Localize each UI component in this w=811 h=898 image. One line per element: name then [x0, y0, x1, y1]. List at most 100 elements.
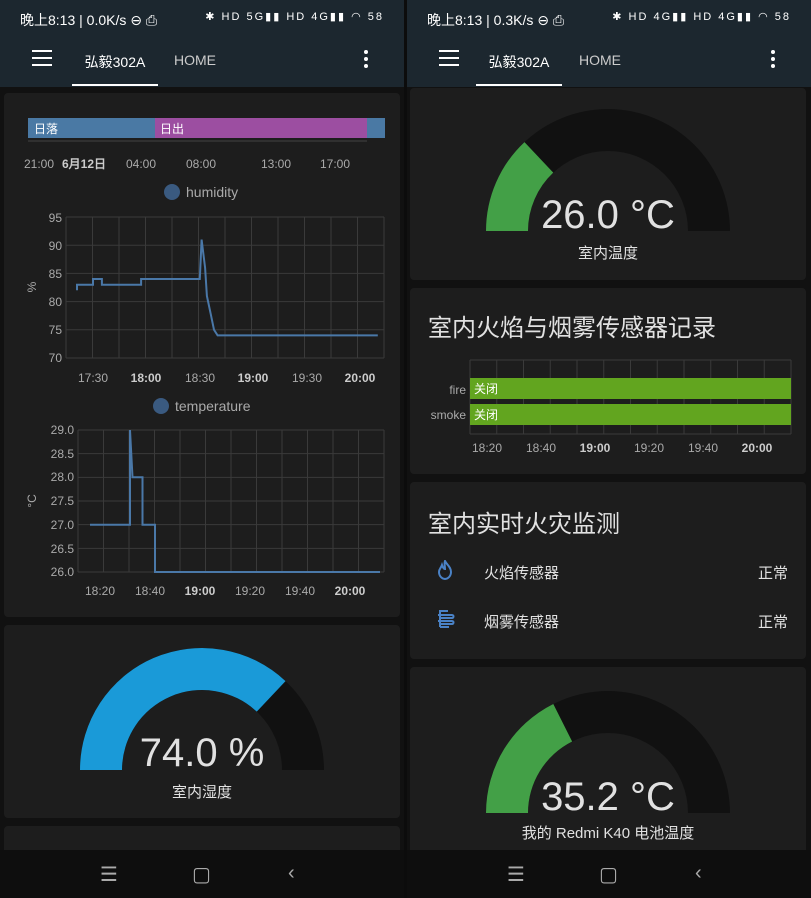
temperature-grid	[77, 429, 385, 573]
home-icon[interactable]: ▢	[599, 862, 618, 887]
more-options-icon[interactable]	[771, 50, 775, 71]
sensor-row-smoke[interactable]: 烟雾传感器 正常	[410, 609, 806, 639]
ytick: 26.5	[51, 542, 75, 556]
xtick: 19:00	[185, 584, 216, 598]
status-bar: 晚上8:13 | 0.0K/s ⊖ ⎙ ✱ HD 5G▮▮ HD 4G▮▮ ◠ …	[0, 0, 404, 36]
back-icon[interactable]: ‹	[695, 862, 702, 885]
tick-label: 04:00	[126, 157, 156, 171]
humidity-ylabel: %	[25, 281, 39, 292]
xtick: 18:40	[135, 584, 165, 598]
humidity-series-line[interactable]	[76, 239, 378, 337]
xtick: 19:20	[235, 584, 265, 598]
back-icon[interactable]: ‹	[288, 862, 295, 885]
status-icons: ✱ HD 5G▮▮ HD 4G▮▮ ◠ 58	[205, 11, 384, 23]
status-time: 晚上8:13 | 0.0K/s ⊖ ⎙	[20, 12, 158, 28]
xtick: 19:30	[292, 371, 322, 385]
tab-home[interactable]: HOME	[174, 48, 216, 86]
tick-label: 08:00	[186, 157, 216, 171]
ytick: 27.5	[51, 494, 75, 508]
history-card: 日落 日出 21:00 6月12日 04:00 08:00 13:00 17:0…	[4, 93, 400, 617]
battery-value: 35.2 °C	[541, 775, 675, 819]
app-header: 晚上8:13 | 0.0K/s ⊖ ⎙ ✱ HD 5G▮▮ HD 4G▮▮ ◠ …	[0, 0, 404, 87]
system-navbar: ☰ ▢ ‹	[407, 850, 811, 898]
xtick: 19:00	[580, 441, 611, 455]
battery-label: 我的 Redmi K40 电池温度	[522, 825, 695, 842]
phone-screen-left: 晚上8:13 | 0.0K/s ⊖ ⎙ ✱ HD 5G▮▮ HD 4G▮▮ ◠ …	[0, 0, 404, 898]
humidity-legend[interactable]: humidity	[186, 184, 238, 200]
sensor-state: 正常	[757, 565, 788, 582]
fire-smoke-log-card: 室内火焰与烟雾传感器记录 fire smoke 关闭 关闭 18:20 18:4…	[410, 288, 806, 474]
ytick: 28.0	[51, 470, 75, 484]
segment-label: 日出	[160, 122, 184, 136]
row-label: fire	[449, 383, 466, 397]
sunset-segment-end[interactable]	[367, 118, 385, 138]
ytick: 70	[49, 351, 63, 365]
sensor-state: 正常	[757, 614, 788, 631]
sensor-row-flame[interactable]: 火焰传感器 正常	[410, 558, 806, 590]
history-charts: 日落 日出 21:00 6月12日 04:00 08:00 13:00 17:0…	[24, 118, 385, 598]
legend-swatch[interactable]	[153, 398, 169, 414]
battery-gauge-card: 35.2 °C 我的 Redmi K40 电池温度	[410, 667, 806, 857]
ytick: 95	[49, 211, 63, 225]
tick-label: 17:00	[320, 157, 350, 171]
sensor-label: 烟雾传感器	[484, 614, 560, 631]
temperature-gauge: 26.0 °C 室内温度	[486, 109, 730, 262]
xtick: 19:00	[238, 371, 269, 385]
phone-screen-right: 晚上8:13 | 0.3K/s ⊖ ⎙ ✱ HD 4G▮▮ HD 4G▮▮ ◠ …	[407, 0, 811, 898]
fire-monitor-card: 室内实时火灾监测 火焰传感器 正常 烟雾传感器 正常	[410, 482, 806, 659]
ytick: 85	[49, 267, 63, 281]
monitor-title: 室内实时火灾监测	[428, 511, 620, 538]
xtick: 18:00	[131, 371, 162, 385]
temperature-legend[interactable]: temperature	[175, 398, 251, 414]
humidity-gauge: 74.0 % 室内湿度	[80, 648, 324, 801]
fire-state-bar[interactable]	[470, 378, 791, 399]
humidity-gauge-card: 74.0 % 室内湿度	[4, 625, 400, 818]
xtick: 18:30	[185, 371, 215, 385]
smoke-icon	[436, 609, 456, 634]
temperature-value: 26.0 °C	[541, 193, 675, 237]
system-navbar: ☰ ▢ ‹	[0, 850, 404, 898]
state-timeline-chart: fire smoke 关闭 关闭 18:20 18:40 19:00 19:20…	[431, 359, 792, 455]
legend-swatch[interactable]	[164, 184, 180, 200]
temperature-ylabel: °C	[25, 494, 39, 508]
recents-icon[interactable]: ☰	[100, 862, 118, 887]
row-label: smoke	[431, 408, 467, 422]
ytick: 80	[49, 295, 63, 309]
status-icons: ✱ HD 4G▮▮ HD 4G▮▮ ◠ 58	[612, 11, 791, 23]
temperature-gauge-card: 26.0 °C 室内温度	[410, 88, 806, 280]
tab-home[interactable]: HOME	[579, 48, 621, 86]
more-options-icon[interactable]	[364, 50, 368, 71]
tick-label: 21:00	[24, 157, 54, 171]
tab-room[interactable]: 弘毅302A	[476, 48, 562, 86]
temperature-label: 室内温度	[578, 245, 638, 262]
humidity-label: 室内湿度	[172, 784, 232, 801]
status-time: 晚上8:13 | 0.3K/s ⊖ ⎙	[427, 12, 565, 28]
xtick: 20:00	[742, 441, 773, 455]
xtick: 18:20	[85, 584, 115, 598]
xtick: 19:20	[634, 441, 664, 455]
xtick: 20:00	[345, 371, 376, 385]
xtick: 18:40	[526, 441, 556, 455]
xtick: 19:40	[688, 441, 718, 455]
home-icon[interactable]: ▢	[192, 862, 211, 887]
humidity-value: 74.0 %	[140, 731, 265, 775]
xtick: 18:20	[472, 441, 502, 455]
app-header: 晚上8:13 | 0.3K/s ⊖ ⎙ ✱ HD 4G▮▮ HD 4G▮▮ ◠ …	[407, 0, 811, 87]
tab-room[interactable]: 弘毅302A	[72, 48, 158, 86]
smoke-state-label: 关闭	[474, 408, 498, 422]
ytick: 90	[49, 239, 63, 253]
menu-icon[interactable]	[439, 50, 459, 66]
ytick: 29.0	[51, 423, 75, 437]
flame-icon	[436, 558, 454, 585]
recents-icon[interactable]: ☰	[507, 862, 525, 887]
menu-icon[interactable]	[32, 50, 52, 66]
sunrise-segment[interactable]	[155, 118, 367, 138]
ytick: 27.0	[51, 518, 75, 532]
tick-label: 6月12日	[62, 157, 106, 171]
smoke-state-bar[interactable]	[470, 404, 791, 425]
ytick: 28.5	[51, 447, 75, 461]
sensor-label: 火焰传感器	[484, 565, 560, 582]
fire-state-label: 关闭	[474, 382, 498, 396]
battery-gauge: 35.2 °C 我的 Redmi K40 电池温度	[486, 691, 730, 842]
tick-label: 13:00	[261, 157, 291, 171]
